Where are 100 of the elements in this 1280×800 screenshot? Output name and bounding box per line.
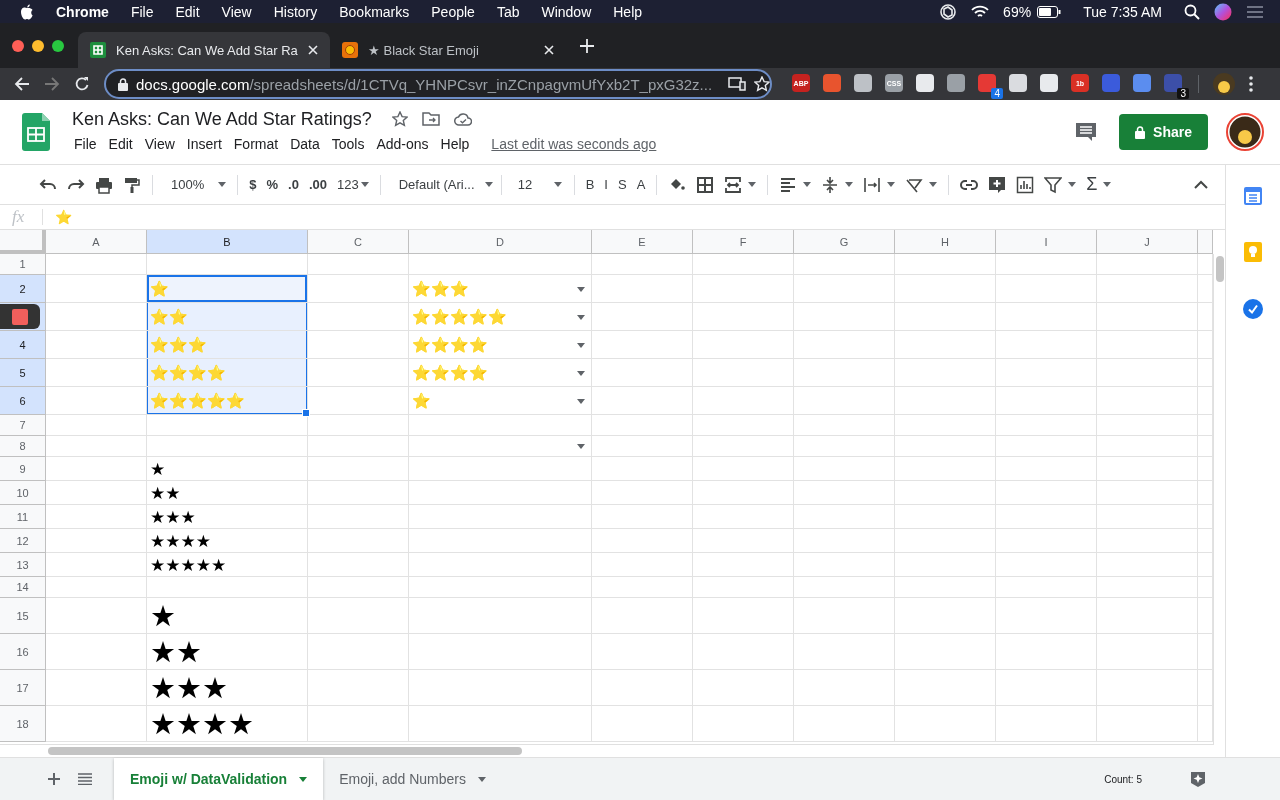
table-cell[interactable] bbox=[996, 457, 1097, 481]
table-cell[interactable] bbox=[794, 387, 895, 415]
table-cell[interactable] bbox=[1097, 529, 1198, 553]
extension-icon[interactable] bbox=[1102, 74, 1120, 92]
table-cell[interactable] bbox=[46, 634, 147, 670]
table-cell[interactable] bbox=[693, 505, 794, 529]
table-cell[interactable] bbox=[1097, 436, 1198, 457]
table-cell[interactable] bbox=[147, 415, 308, 436]
stop-recording-button[interactable] bbox=[0, 304, 40, 329]
table-cell[interactable] bbox=[1097, 634, 1198, 670]
row-header[interactable]: 17 bbox=[0, 670, 46, 706]
comment-icon[interactable] bbox=[1075, 122, 1098, 142]
table-cell[interactable] bbox=[996, 254, 1097, 275]
zoom-dropdown[interactable]: 100% bbox=[159, 170, 232, 199]
strikethrough-button[interactable]: S bbox=[612, 170, 632, 199]
table-cell[interactable] bbox=[1097, 553, 1198, 577]
table-cell[interactable] bbox=[996, 481, 1097, 505]
menu-item[interactable]: Help bbox=[434, 135, 476, 152]
menu-item[interactable]: Bookmarks bbox=[339, 3, 410, 20]
table-cell[interactable]: ★★★★ bbox=[147, 706, 308, 742]
table-cell[interactable] bbox=[693, 670, 794, 706]
table-cell[interactable] bbox=[693, 553, 794, 577]
table-cell[interactable] bbox=[794, 436, 895, 457]
document-title[interactable]: Ken Asks: Can We Add Star Ratings? bbox=[72, 108, 372, 130]
row-header[interactable]: 5 bbox=[0, 359, 46, 387]
calendar-icon[interactable] bbox=[1244, 187, 1262, 205]
close-icon[interactable] bbox=[307, 45, 318, 55]
scrollbar-thumb[interactable] bbox=[48, 747, 522, 755]
table-cell[interactable] bbox=[693, 634, 794, 670]
table-cell[interactable] bbox=[693, 415, 794, 436]
table-cell[interactable] bbox=[794, 457, 895, 481]
table-cell[interactable] bbox=[895, 331, 996, 359]
table-cell[interactable] bbox=[895, 634, 996, 670]
row-header[interactable]: 16 bbox=[0, 634, 46, 670]
more-icon[interactable] bbox=[1249, 76, 1253, 92]
table-cell[interactable] bbox=[1097, 359, 1198, 387]
sheet-tab[interactable]: Emoji, add Numbers bbox=[323, 758, 502, 800]
functions-dropdown[interactable]: Σ bbox=[1081, 170, 1117, 199]
table-cell[interactable] bbox=[1097, 505, 1198, 529]
table-cell[interactable] bbox=[996, 303, 1097, 331]
table-cell[interactable] bbox=[592, 529, 693, 553]
table-cell[interactable] bbox=[592, 436, 693, 457]
window-control-icon[interactable] bbox=[52, 39, 64, 52]
menu-item[interactable]: Format bbox=[227, 135, 285, 152]
menu-item[interactable]: Insert bbox=[180, 135, 228, 152]
table-cell[interactable]: ★★★★ bbox=[147, 529, 308, 553]
siri-icon[interactable] bbox=[1214, 2, 1232, 21]
menu-item[interactable]: View bbox=[138, 135, 181, 152]
table-cell[interactable] bbox=[895, 598, 996, 634]
row-header[interactable]: 2 bbox=[0, 275, 46, 303]
window-control-icon[interactable] bbox=[32, 39, 44, 52]
menu-item[interactable]: Data bbox=[284, 135, 326, 152]
table-cell[interactable] bbox=[794, 670, 895, 706]
share-button[interactable]: Share bbox=[1119, 114, 1208, 150]
extension-icon[interactable] bbox=[978, 74, 996, 92]
browser-tab[interactable]: Ken Asks: Can We Add Star Ra bbox=[78, 32, 330, 68]
table-cell[interactable] bbox=[409, 598, 592, 634]
dropdown-arrow[interactable] bbox=[577, 370, 585, 376]
increase-decimals-button[interactable]: .00 bbox=[303, 170, 332, 199]
table-cell[interactable] bbox=[592, 359, 693, 387]
table-cell[interactable] bbox=[794, 359, 895, 387]
table-cell[interactable] bbox=[693, 706, 794, 742]
italic-button[interactable]: I bbox=[599, 170, 613, 199]
column-header[interactable]: I bbox=[996, 230, 1097, 254]
row-header[interactable]: 18 bbox=[0, 706, 46, 742]
table-cell[interactable] bbox=[147, 577, 308, 598]
last-edit-link[interactable]: Last edit was seconds ago bbox=[491, 135, 657, 152]
row-header[interactable]: 9 bbox=[0, 457, 46, 481]
menu-item[interactable]: Help bbox=[613, 3, 643, 20]
column-header[interactable]: D bbox=[409, 230, 592, 254]
table-cell[interactable]: ★★★ bbox=[147, 505, 308, 529]
column-header[interactable]: H bbox=[895, 230, 996, 254]
table-cell[interactable] bbox=[409, 553, 592, 577]
table-cell[interactable] bbox=[693, 387, 794, 415]
row-header[interactable]: 15 bbox=[0, 598, 46, 634]
table-cell[interactable] bbox=[794, 275, 895, 303]
menu-item[interactable]: Tab bbox=[496, 3, 520, 20]
column-header[interactable]: A bbox=[46, 230, 147, 254]
table-cell[interactable] bbox=[308, 457, 409, 481]
table-cell[interactable]: ★★★ bbox=[147, 670, 308, 706]
menu-item[interactable]: Tools bbox=[325, 135, 371, 152]
table-cell[interactable] bbox=[794, 415, 895, 436]
table-cell[interactable] bbox=[1097, 598, 1198, 634]
table-cell[interactable] bbox=[895, 505, 996, 529]
table-cell[interactable] bbox=[996, 598, 1097, 634]
decrease-decimals-button[interactable]: .0 bbox=[283, 170, 304, 199]
table-cell[interactable] bbox=[308, 553, 409, 577]
apple-icon[interactable] bbox=[20, 3, 34, 20]
back-icon[interactable] bbox=[14, 76, 30, 92]
table-cell[interactable] bbox=[409, 529, 592, 553]
table-cell[interactable] bbox=[308, 359, 409, 387]
menu-item[interactable]: History bbox=[273, 3, 318, 20]
table-cell[interactable] bbox=[592, 706, 693, 742]
row-header[interactable]: 8 bbox=[0, 436, 46, 457]
table-cell[interactable] bbox=[996, 331, 1097, 359]
table-cell[interactable] bbox=[46, 598, 147, 634]
table-cell[interactable] bbox=[1097, 481, 1198, 505]
table-cell[interactable] bbox=[693, 529, 794, 553]
table-cell[interactable] bbox=[794, 331, 895, 359]
table-cell[interactable] bbox=[308, 481, 409, 505]
